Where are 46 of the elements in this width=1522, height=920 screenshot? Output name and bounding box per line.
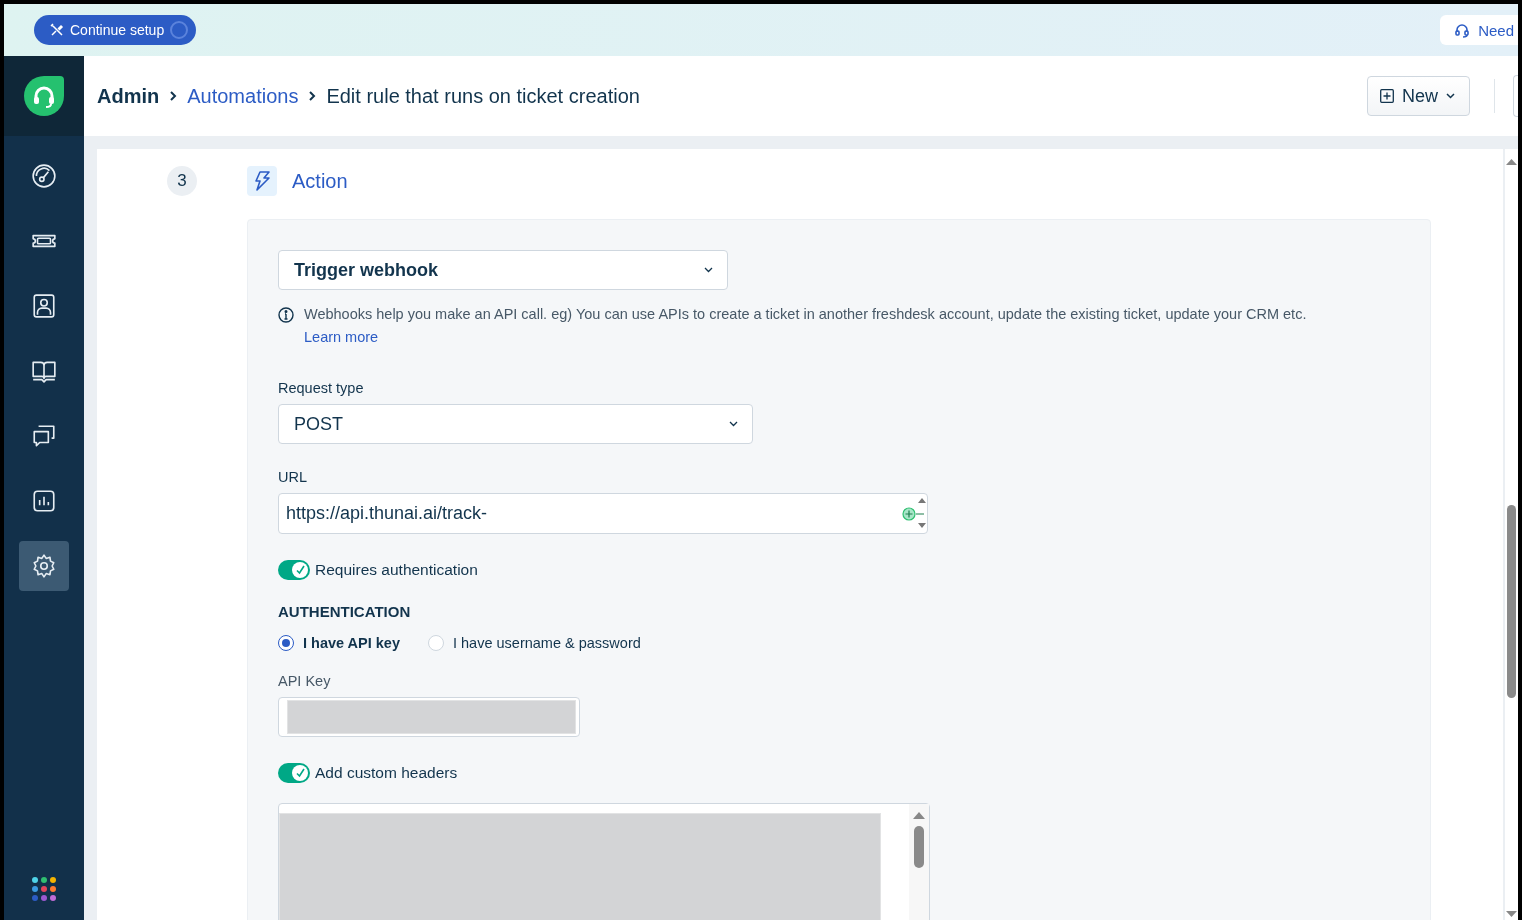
breadcrumb-link[interactable]: Automations — [187, 84, 299, 108]
new-button[interactable]: New — [1367, 76, 1470, 116]
field-label: URL — [278, 469, 308, 485]
help-button[interactable]: Need — [1440, 15, 1518, 45]
check-icon — [294, 564, 306, 576]
radio-label[interactable]: I have username & password — [453, 635, 641, 651]
field-label: Request type — [278, 380, 365, 396]
chevron-icon — [308, 90, 317, 102]
caret-icon — [729, 421, 738, 427]
progress-ring-icon — [170, 21, 189, 39]
url-input-field[interactable]: https://api.thunai.ai/track- — [278, 493, 928, 534]
step-number: 3 — [167, 166, 197, 196]
toggle-label: Requires authentication — [315, 561, 478, 579]
toggle-switch[interactable] — [278, 763, 310, 783]
radio-label[interactable]: I have API key — [303, 635, 400, 651]
chevron-icon — [169, 90, 178, 102]
bar-chart-icon — [31, 488, 57, 514]
field-label: API Key — [278, 673, 332, 689]
apps-grid-icon[interactable] — [31, 876, 57, 902]
lightning-icon — [247, 166, 277, 196]
radio-button[interactable] — [278, 635, 294, 651]
learn-more-link[interactable]: Learn more — [304, 329, 379, 345]
check-icon — [294, 767, 306, 779]
breadcrumb-item: Admin — [97, 84, 160, 108]
section-title: Action — [292, 169, 348, 193]
headset-icon — [1454, 22, 1471, 38]
toggle-label: Add custom headers — [315, 764, 458, 782]
info-icon — [278, 307, 294, 323]
continue-setup-button[interactable]: Continue setup — [34, 15, 197, 45]
chat-bubbles-icon — [31, 423, 57, 449]
api-key-input-field[interactable] — [278, 697, 580, 737]
settings-icon — [31, 553, 57, 579]
section-heading: AUTHENTICATION — [278, 603, 412, 620]
dashboard-gauge-icon — [31, 163, 57, 189]
request-type-select[interactable]: POST — [278, 404, 753, 444]
logo-icon — [24, 76, 64, 116]
toggle-switch[interactable] — [278, 560, 310, 580]
sidebar-item[interactable] — [19, 541, 69, 591]
info-text: Webhooks help you make an API call. eg) You can use APIs to create a ticket in another freshdesk account, update the existing ticket, update your CRM etc. — [304, 305, 1307, 324]
contact-card-icon — [31, 293, 57, 319]
page-title: Edit rule that runs on ticket creation — [326, 84, 640, 108]
tools-icon — [50, 23, 64, 37]
caret-icon — [1446, 93, 1455, 99]
action-type-select[interactable]: Trigger webhook — [278, 250, 728, 290]
plus-square-icon — [1380, 89, 1394, 103]
caret-icon — [704, 267, 713, 273]
